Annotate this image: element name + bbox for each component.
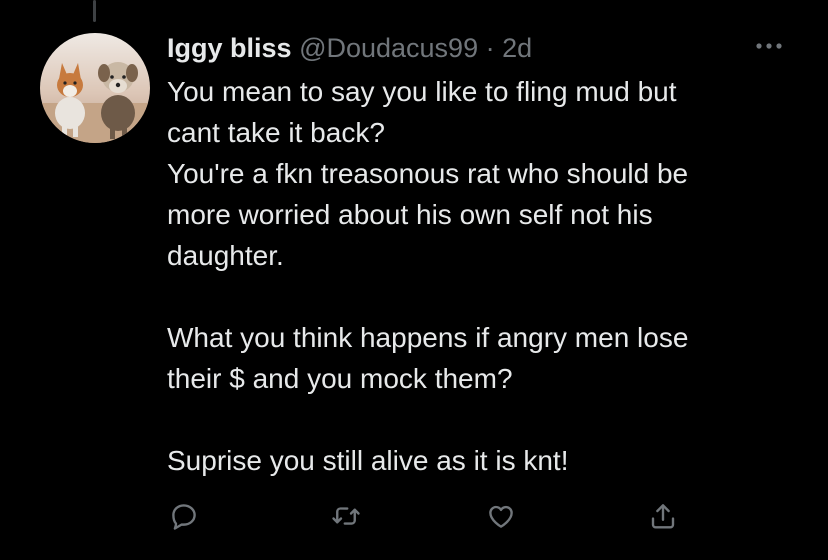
- avatar[interactable]: [40, 33, 150, 143]
- tweet-text: You mean to say you like to fling mud bu…: [167, 71, 807, 481]
- handle[interactable]: @Doudacus99: [299, 33, 478, 63]
- reply-button[interactable]: [164, 496, 204, 536]
- meta-separator: ·: [485, 33, 495, 63]
- tweet-header: Iggy bliss @Doudacus99 · 2d: [167, 30, 532, 66]
- more-options-button[interactable]: [752, 34, 786, 58]
- thread-connector-line: [93, 0, 96, 22]
- tweet-line: What you think happens if angry men lose: [167, 322, 689, 353]
- tweet-line: [167, 399, 807, 440]
- tweet-line: more worried about his own self not his: [167, 199, 653, 230]
- tweet-line: daughter.: [167, 240, 284, 271]
- retweet-button[interactable]: [326, 496, 366, 536]
- share-button[interactable]: [643, 496, 683, 536]
- tweet-line: [167, 276, 807, 317]
- reply-icon: [172, 504, 196, 530]
- like-button[interactable]: [481, 496, 521, 536]
- tweet-line: Suprise you still alive as it is knt!: [167, 445, 569, 476]
- display-name[interactable]: Iggy bliss: [167, 33, 292, 63]
- tweet-line: You're a fkn treasonous rat who should b…: [167, 158, 689, 189]
- like-icon: [489, 505, 513, 528]
- tweet-line: their $ and you mock them?: [167, 363, 513, 394]
- tweet-line: You mean to say you like to fling mud bu…: [167, 76, 677, 107]
- more-dots-icon: [756, 43, 782, 49]
- tweet-line: cant take it back?: [167, 117, 385, 148]
- timestamp[interactable]: 2d: [502, 33, 532, 63]
- share-icon: [651, 504, 675, 529]
- tweet-actions: [0, 496, 828, 536]
- retweet-icon: [332, 507, 360, 525]
